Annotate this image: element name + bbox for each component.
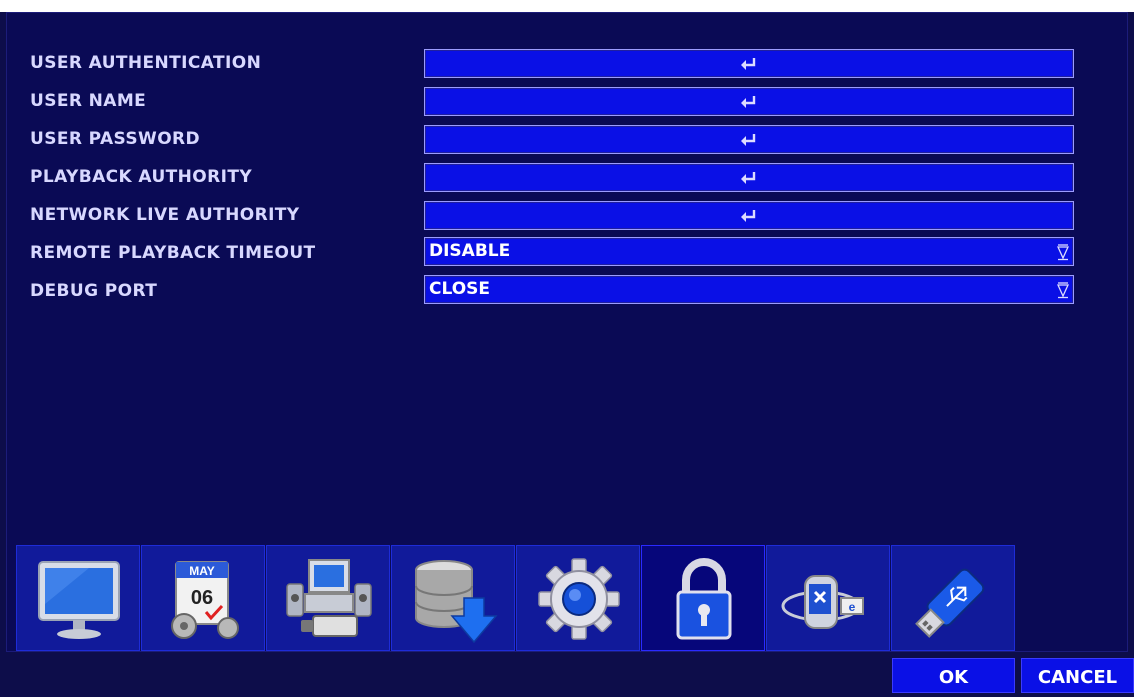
label-user-authentication: USER AUTHENTICATION xyxy=(30,53,262,73)
top-strip xyxy=(0,0,1134,12)
devices-icon xyxy=(286,559,372,637)
tab-setup[interactable] xyxy=(516,545,640,651)
tab-schedule[interactable]: MAY 06 xyxy=(141,545,265,651)
label-network-live-authority: NETWORK LIVE AUTHORITY xyxy=(30,205,300,225)
network-icon: e xyxy=(781,575,864,629)
svg-text:e: e xyxy=(849,600,856,614)
cancel-button[interactable]: CANCEL xyxy=(1021,658,1134,693)
display-icon xyxy=(38,561,120,639)
debug-port-select[interactable]: CLOSE xyxy=(424,275,1074,304)
enter-icon xyxy=(741,57,756,70)
tab-usb[interactable] xyxy=(891,545,1015,651)
dropdown-arrow-icon xyxy=(1057,244,1069,261)
calendar-icon: MAY 06 xyxy=(171,561,239,639)
network-live-authority-button[interactable] xyxy=(424,201,1074,230)
enter-icon xyxy=(741,171,756,184)
label-playback-authority: PLAYBACK AUTHORITY xyxy=(30,167,253,187)
label-user-name: USER NAME xyxy=(30,91,147,111)
user-authentication-button[interactable] xyxy=(424,49,1074,78)
gear-icon xyxy=(538,558,620,640)
dropdown-arrow-icon xyxy=(1057,282,1069,299)
label-user-password: USER PASSWORD xyxy=(30,129,201,149)
calendar-month-text: MAY xyxy=(189,564,215,578)
user-name-button[interactable] xyxy=(424,87,1074,116)
lock-icon xyxy=(676,558,732,640)
playback-authority-button[interactable] xyxy=(424,163,1074,192)
tab-network[interactable]: e xyxy=(766,545,890,651)
remote-playback-timeout-value: DISABLE xyxy=(429,241,511,261)
ok-button[interactable]: OK xyxy=(892,658,1015,693)
tab-devices[interactable] xyxy=(266,545,390,651)
label-debug-port: DEBUG PORT xyxy=(30,281,158,301)
debug-port-value: CLOSE xyxy=(429,279,491,299)
tab-display[interactable] xyxy=(16,545,140,651)
tab-security[interactable] xyxy=(641,545,765,651)
user-password-button[interactable] xyxy=(424,125,1074,154)
enter-icon xyxy=(741,95,756,108)
storage-icon xyxy=(415,560,498,644)
usb-icon xyxy=(915,568,985,638)
remote-playback-timeout-select[interactable]: DISABLE xyxy=(424,237,1074,266)
label-remote-playback-timeout: REMOTE PLAYBACK TIMEOUT xyxy=(30,243,316,263)
tab-storage[interactable] xyxy=(391,545,515,651)
enter-icon xyxy=(741,133,756,146)
enter-icon xyxy=(741,209,756,222)
calendar-day-text: 06 xyxy=(191,587,213,609)
